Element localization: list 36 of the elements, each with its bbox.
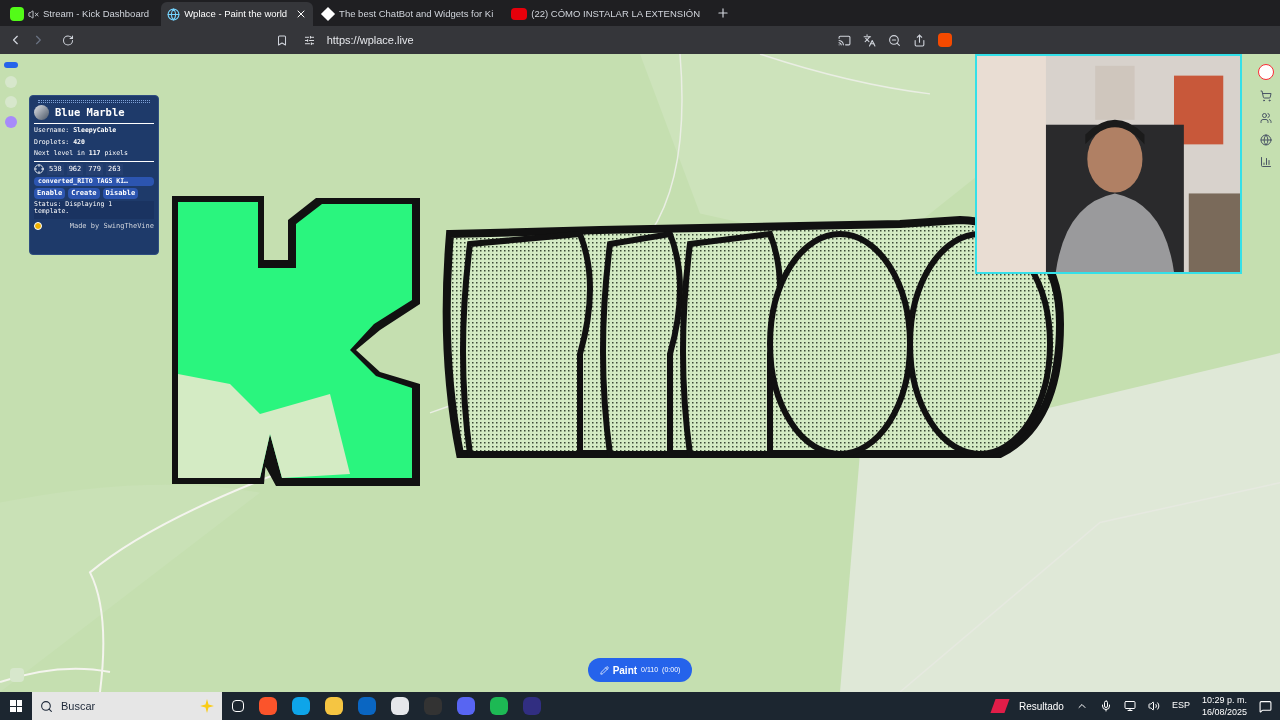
kick-logo-icon	[10, 7, 24, 21]
windows-start-icon[interactable]	[10, 700, 22, 712]
browser-tab[interactable]: Wplace - Paint the world	[161, 2, 314, 26]
search-icon	[40, 699, 53, 713]
new-tab-icon[interactable]	[716, 6, 731, 20]
network-icon[interactable]	[1123, 700, 1136, 712]
microphone-icon[interactable]	[1099, 700, 1112, 712]
tray-label[interactable]: Resultado	[1018, 698, 1064, 714]
play-logo-icon	[511, 8, 528, 20]
url-text: https://wplace.live	[326, 32, 414, 48]
tab-title: Stream - Kick Dashboard	[43, 6, 151, 21]
sparkle-icon	[200, 699, 214, 713]
site-settings-icon[interactable]	[303, 34, 315, 46]
browser-tab[interactable]: The best ChatBot and Widgets for Ki	[315, 2, 504, 26]
volume-icon[interactable]	[1147, 700, 1160, 712]
bookmark-icon[interactable]	[275, 33, 288, 47]
browser-tab[interactable]: (22) CÓMO INSTALAR LA EXTENSIÓN	[505, 2, 711, 26]
address-field[interactable]: https://wplace.live	[303, 29, 822, 51]
browser-tab[interactable]: Stream - Kick Dashboard	[4, 2, 160, 26]
language-indicator[interactable]: ESP	[1171, 699, 1190, 713]
globe-icon	[167, 7, 181, 21]
result-logo-icon[interactable]	[990, 699, 1010, 713]
shield-icon[interactable]	[938, 33, 952, 47]
muted-icon[interactable]	[28, 8, 39, 20]
reload-icon[interactable]	[61, 33, 74, 47]
tab-title: Wplace - Paint the world	[184, 6, 289, 21]
clock[interactable]: 10:29 p. m. 16/08/2025	[1201, 694, 1247, 718]
zoom-out-icon[interactable]	[888, 33, 901, 47]
translate-icon[interactable]	[863, 33, 876, 47]
search-field[interactable]: Buscar	[32, 692, 222, 720]
notification-icon[interactable]	[1259, 699, 1272, 713]
tab-title: The best ChatBot and Widgets for Ki	[339, 6, 495, 21]
share-icon[interactable]	[913, 33, 926, 47]
task-view-icon[interactable]	[232, 700, 244, 712]
tab-title: (22) CÓMO INSTALAR LA EXTENSIÓN	[531, 6, 702, 21]
cast-icon[interactable]	[838, 33, 851, 47]
